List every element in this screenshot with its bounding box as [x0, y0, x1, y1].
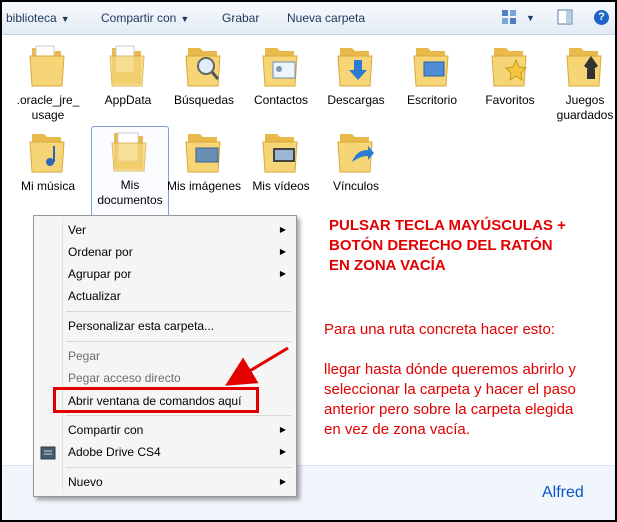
folder-label: Mi música	[20, 179, 75, 193]
help-icon[interactable]: ?	[594, 10, 609, 25]
submenu-arrow-icon: ▶	[279, 225, 286, 234]
menu-item-refresh[interactable]: Actualizar	[68, 287, 121, 305]
burn-button[interactable]: Grabar	[222, 11, 259, 25]
folder-label: Juegos guardados	[556, 93, 614, 122]
menu-item-label: Ordenar por	[68, 245, 133, 259]
folder-appdata[interactable]: AppData	[90, 42, 166, 108]
menu-item-label: Agrupar por	[68, 267, 132, 281]
desktop-folder-icon	[413, 48, 449, 87]
menu-item-label: Ver	[68, 223, 87, 237]
submenu-arrow-icon: ▶	[279, 447, 286, 456]
folder-vinculos[interactable]: Vínculos	[318, 128, 394, 194]
documents-folder-icon	[111, 132, 147, 172]
instruction-line: PULSAR TECLA MAYÚSCULAS +	[329, 217, 566, 234]
menu-separator	[66, 341, 292, 342]
menu-separator	[66, 311, 292, 312]
folder-label: Contactos	[253, 93, 309, 107]
menu-item-sort-by[interactable]: Ordenar por	[68, 243, 290, 261]
view-dropdown-icon[interactable]: ▼	[526, 13, 535, 23]
folder-descargas[interactable]: Descargas	[318, 42, 394, 108]
games-folder-icon	[566, 48, 602, 87]
library-label: biblioteca	[6, 11, 57, 25]
menu-gutter	[62, 218, 63, 494]
folder-label: Favoritos	[485, 93, 535, 107]
folder-mis-documentos[interactable]: Mis documentos	[91, 126, 169, 220]
submenu-arrow-icon: ▶	[279, 425, 286, 434]
note-line: seleccionar la carpeta y hacer el paso	[324, 381, 576, 398]
folder-mis-imagenes[interactable]: Mis imágenes	[166, 128, 242, 194]
favorites-folder-icon	[491, 48, 528, 87]
menu-separator	[66, 415, 292, 416]
instruction-heading: PULSAR TECLA MAYÚSCULAS + BOTÓN DERECHO …	[329, 216, 609, 276]
menu-item-paste[interactable]: Pegar	[68, 347, 100, 365]
menu-item-label: Compartir con	[68, 423, 144, 437]
command-bar: biblioteca ▼ Compartir con ▼ Grabar Nueva …	[2, 2, 615, 35]
folder-label: Escritorio	[406, 93, 457, 107]
submenu-arrow-icon: ▶	[279, 269, 286, 278]
folder-contactos[interactable]: Contactos	[243, 42, 319, 108]
menu-item-customize[interactable]: Personalizar esta carpeta...	[68, 317, 214, 335]
highlight-box	[53, 387, 259, 413]
menu-separator	[66, 467, 292, 468]
note-line: anterior pero sobre la carpeta elegida	[324, 401, 574, 418]
folder-busquedas[interactable]: Búsquedas	[166, 42, 242, 108]
share-label: Compartir con	[101, 11, 177, 25]
library-button[interactable]: biblioteca ▼	[6, 11, 70, 25]
menu-item-paste-shortcut[interactable]: Pegar acceso directo	[68, 369, 181, 387]
preview-pane-icon[interactable]	[557, 9, 573, 25]
folder-label: Vínculos	[332, 179, 380, 193]
instruction-line: EN ZONA VACÍA	[329, 257, 446, 274]
folder-label: Mis imágenes	[166, 179, 242, 193]
search-folder-icon	[185, 48, 221, 87]
menu-item-label: Adobe Drive CS4	[68, 445, 161, 459]
folder-mi-musica[interactable]: Mi música	[10, 128, 86, 194]
menu-item-share-with[interactable]: Compartir con	[68, 421, 290, 439]
pictures-folder-icon	[185, 134, 221, 173]
folder-label: Búsquedas	[173, 93, 235, 107]
downloads-folder-icon	[337, 48, 373, 87]
context-menu: Ver ▶ Ordenar por ▶ Agrupar por ▶ Actual…	[33, 215, 297, 497]
chevron-down-icon: ▼	[180, 14, 190, 24]
folder-label: AppData	[104, 93, 152, 107]
menu-item-group-by[interactable]: Agrupar por	[68, 265, 290, 283]
folder-icon	[29, 45, 65, 87]
submenu-arrow-icon: ▶	[279, 247, 286, 256]
instruction-line: BOTÓN DERECHO DEL RATÓN	[329, 237, 553, 254]
share-button[interactable]: Compartir con ▼	[101, 11, 189, 25]
note-line: llegar hasta dónde queremos abrirlo y	[324, 361, 576, 378]
chevron-down-icon: ▼	[60, 14, 70, 24]
contacts-folder-icon	[262, 48, 298, 87]
links-folder-icon	[337, 134, 374, 173]
explorer-window: biblioteca ▼ Compartir con ▼ Grabar Nueva …	[2, 2, 615, 520]
folder-label: Mis vídeos	[252, 179, 310, 193]
menu-item-label: Nuevo	[68, 475, 103, 489]
music-folder-icon	[29, 134, 65, 173]
folder-oracle-jre-usage[interactable]: .oracle_jre_ usage	[10, 42, 86, 123]
folder-label: Descargas	[327, 93, 385, 107]
instruction-note: Para una ruta concreta hacer esto: llega…	[324, 320, 614, 440]
note-line: en vez de zona vacía.	[324, 421, 470, 438]
author-signature: Alfred	[542, 484, 584, 501]
adobe-drive-icon	[40, 446, 56, 460]
menu-item-new[interactable]: Nuevo	[68, 473, 290, 491]
note-line: Para una ruta concreta hacer esto:	[324, 321, 555, 338]
folder-escritorio[interactable]: Escritorio	[394, 42, 470, 108]
folder-mis-videos[interactable]: Mis vídeos	[243, 128, 319, 194]
folder-label: .oracle_jre_ usage	[16, 93, 80, 122]
folder-favoritos[interactable]: Favoritos	[472, 42, 548, 108]
menu-item-view[interactable]: Ver	[68, 221, 290, 239]
submenu-arrow-icon: ▶	[279, 477, 286, 486]
folder-label: Mis documentos	[97, 178, 163, 207]
videos-folder-icon	[262, 134, 298, 173]
folder-juegos-guardados[interactable]: Juegos guardados	[547, 42, 615, 123]
folder-icon	[109, 45, 145, 87]
view-options-icon[interactable]	[501, 9, 517, 25]
new-folder-button[interactable]: Nueva carpeta	[287, 11, 365, 25]
menu-item-adobe-drive[interactable]: Adobe Drive CS4	[68, 443, 290, 461]
